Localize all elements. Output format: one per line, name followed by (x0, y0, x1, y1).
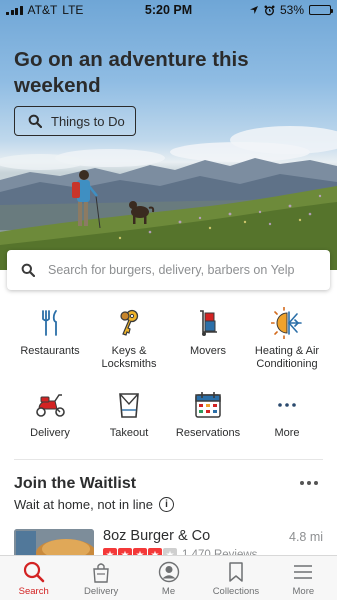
tab-more[interactable]: More (270, 556, 337, 600)
things-to-do-label: Things to Do (51, 113, 125, 129)
category-label: Movers (189, 345, 227, 357)
category-label: Delivery (30, 427, 70, 439)
category-keys-locksmiths[interactable]: Keys & Locksmiths (87, 306, 171, 371)
category-label: Restaurants (20, 345, 80, 357)
waitlist-subtitle: Wait at home, not in line i (14, 497, 174, 512)
waitlist-subtitle-text: Wait at home, not in line (14, 497, 153, 512)
category-delivery[interactable]: Delivery (8, 388, 92, 440)
category-label: More (274, 427, 300, 439)
carrier-label: AT&T (27, 3, 58, 17)
category-label: Heating & Air Conditioning (254, 345, 320, 370)
delivery-bag-icon (93, 563, 109, 583)
signal-strength-icon (6, 5, 23, 15)
network-label: LTE (62, 3, 84, 17)
tab-label: Me (161, 586, 176, 597)
profile-icon (158, 561, 179, 583)
waitlist-title: Join the Waitlist (14, 475, 137, 492)
category-label: Reservations (175, 427, 241, 439)
keys-icon (120, 309, 139, 336)
tab-label: Search (18, 586, 49, 597)
battery-icon (309, 5, 333, 15)
category-more[interactable]: More (245, 388, 329, 440)
tab-me[interactable]: Me (135, 556, 202, 600)
calendar-icon (195, 392, 221, 418)
takeout-bag-icon (119, 393, 139, 418)
search-icon (21, 263, 35, 277)
category-label: Keys & Locksmiths (101, 345, 157, 370)
tab-search[interactable]: Search (0, 556, 67, 600)
category-label: Takeout (109, 427, 149, 439)
tab-collections[interactable]: Collections (202, 556, 269, 600)
section-divider (14, 459, 323, 460)
bottom-tab-bar: Search Delivery Me Collections More (0, 555, 337, 600)
category-reservations[interactable]: Reservations (166, 388, 250, 440)
dolly-icon (200, 310, 217, 336)
menu-icon (294, 565, 313, 579)
category-heating-air[interactable]: Heating & Air Conditioning (245, 306, 329, 371)
tab-label: Collections (212, 586, 260, 597)
search-input[interactable] (48, 263, 318, 277)
ellipsis-icon (278, 403, 296, 407)
tab-delivery[interactable]: Delivery (67, 556, 134, 600)
search-icon (28, 114, 42, 128)
alarm-clock-icon (264, 5, 275, 15)
battery-percentage: 53% (279, 3, 304, 17)
category-takeout[interactable]: Takeout (87, 388, 171, 440)
fork-knife-icon (42, 310, 57, 336)
category-restaurants[interactable]: Restaurants (8, 306, 92, 358)
scooter-icon (36, 394, 65, 417)
search-bar[interactable] (7, 250, 330, 290)
tab-label: Delivery (83, 586, 119, 597)
location-arrow-icon (249, 6, 258, 14)
info-icon[interactable]: i (158, 497, 174, 512)
category-movers[interactable]: Movers (166, 306, 250, 358)
business-name[interactable]: 8oz Burger & Co (103, 528, 210, 544)
search-icon (23, 561, 45, 583)
waitlist-more-options-button[interactable] (300, 475, 324, 491)
status-bar: AT&T LTE 5:20 PM 53% (0, 0, 337, 20)
bookmark-icon (229, 562, 243, 582)
hero-title: Go on an adventure this weekend (14, 48, 249, 97)
tab-label: More (292, 586, 315, 597)
things-to-do-button[interactable]: Things to Do (14, 106, 136, 136)
hero-banner: AT&T LTE 5:20 PM 53% Go on an adventure … (0, 0, 337, 270)
sun-snowflake-icon (271, 307, 302, 339)
business-distance: 4.8 mi (289, 530, 324, 544)
